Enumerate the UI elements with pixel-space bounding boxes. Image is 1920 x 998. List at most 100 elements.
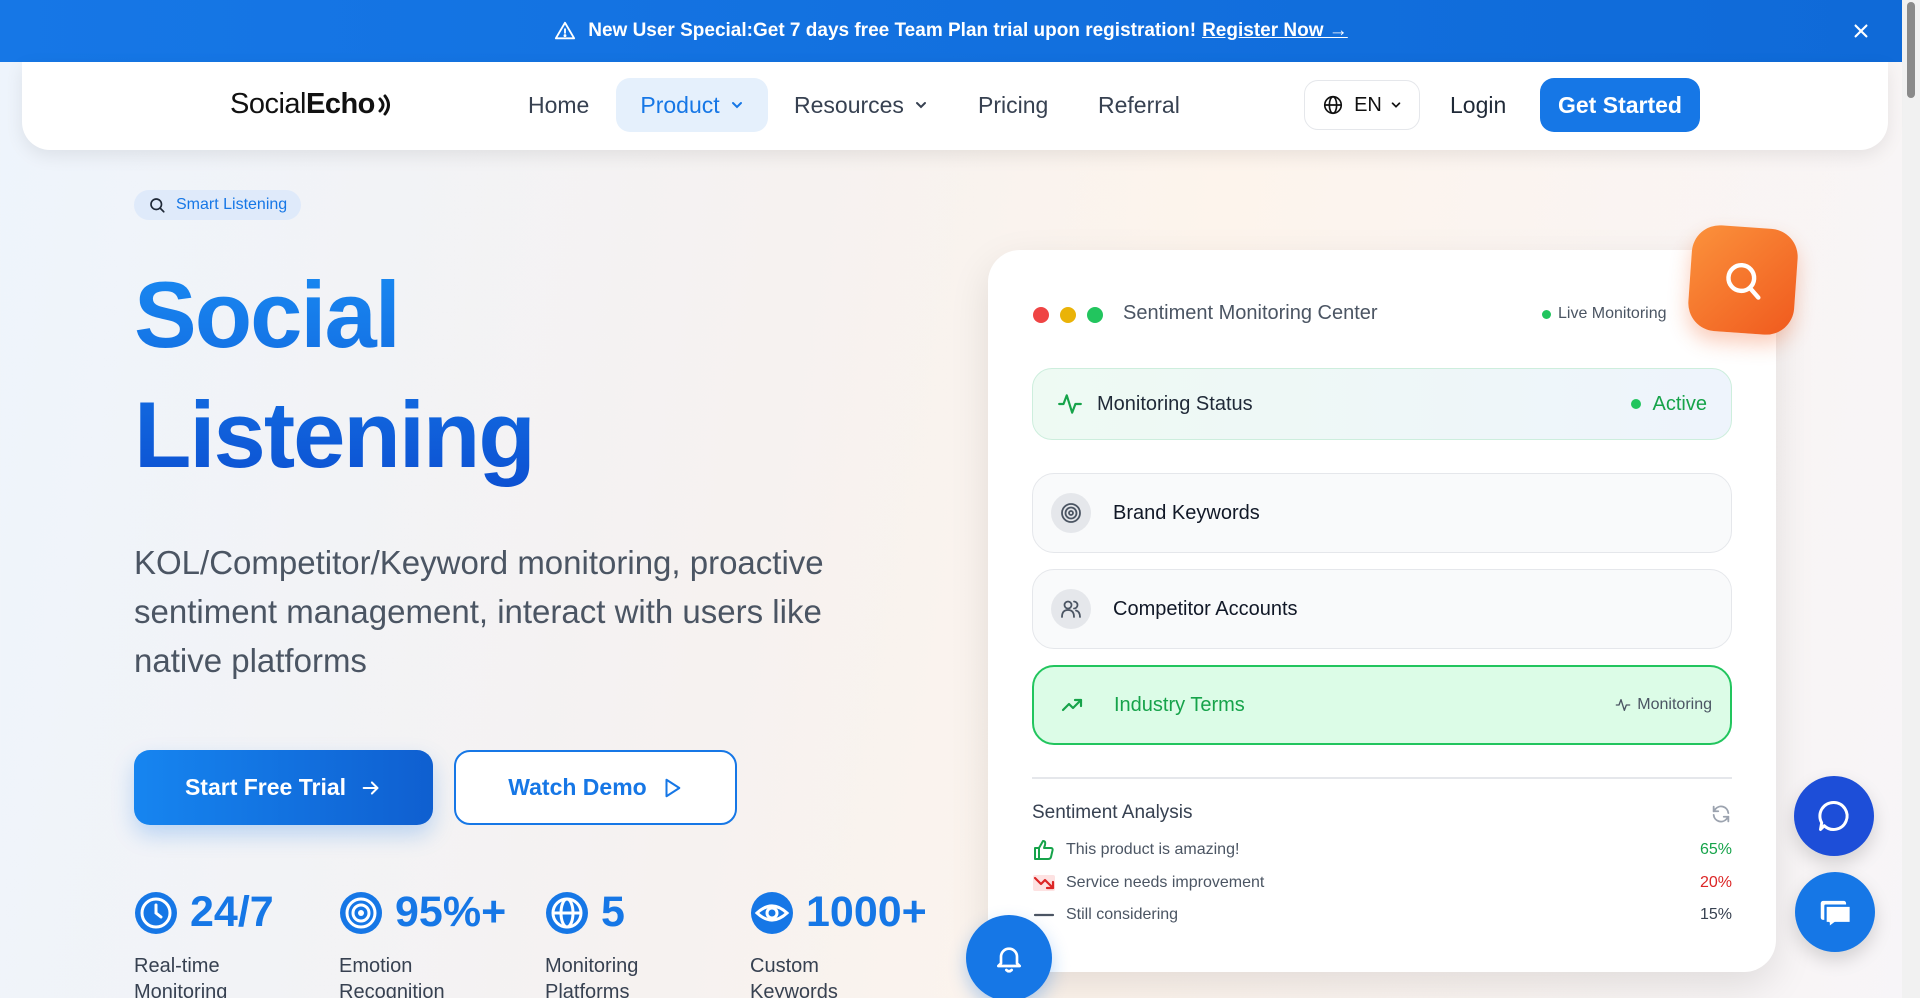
- refresh-icon[interactable]: [1710, 803, 1732, 825]
- monitoring-badge-label: Monitoring: [1637, 696, 1712, 713]
- chat-button[interactable]: [1794, 776, 1874, 856]
- watch-demo-button[interactable]: Watch Demo: [454, 750, 737, 825]
- icon-circle: [1052, 685, 1092, 725]
- nav-resources-label: Resources: [794, 91, 904, 118]
- announcement-text: Get 7 days free Team Plan trial upon reg…: [752, 20, 1197, 41]
- target-icon: [1061, 503, 1081, 523]
- icon-circle: [1051, 493, 1091, 533]
- logo-echo: Echo: [306, 88, 375, 120]
- stat-platforms: 5 Monitoring Platforms: [545, 888, 695, 998]
- nav-referral-label: Referral: [1098, 91, 1180, 118]
- message-icon: [1820, 900, 1853, 930]
- target-icon: [340, 891, 382, 934]
- start-free-trial-button[interactable]: Start Free Trial: [134, 750, 433, 825]
- live-label: Live Monitoring: [1558, 305, 1667, 322]
- monitoring-status-label: Monitoring Status: [1097, 392, 1253, 415]
- main-navbar: Social Echo Home Product Resources Pricin…: [22, 62, 1888, 150]
- logo[interactable]: Social Echo: [230, 88, 391, 121]
- keyword-row-brand[interactable]: Brand Keywords: [1032, 473, 1732, 553]
- sentiment-row-negative: Service needs improvement 20%: [1032, 871, 1732, 895]
- play-icon: [665, 778, 681, 797]
- chevron-down-icon: [915, 102, 926, 109]
- window-dots: [1033, 307, 1103, 323]
- login-link[interactable]: Login: [1450, 78, 1506, 132]
- nav-product-label: Product: [640, 91, 720, 118]
- keyword-label: Competitor Accounts: [1113, 597, 1298, 620]
- keyword-label: Industry Terms: [1114, 693, 1245, 716]
- activity-icon: [1058, 394, 1082, 414]
- nav-resources[interactable]: Resources: [794, 78, 928, 132]
- sentiment-analysis-title: Sentiment Analysis: [1032, 802, 1193, 823]
- stat-value: 24/7: [190, 888, 274, 936]
- stat-label: Monitoring Platforms: [545, 955, 639, 998]
- globe-icon: [546, 891, 588, 934]
- keyword-row-industry[interactable]: Industry Terms Monitoring: [1032, 665, 1732, 745]
- monitoring-status-row: Monitoring Status Active: [1032, 368, 1732, 440]
- logo-social: Social: [230, 88, 307, 120]
- stat-label: Real-time Monitoring: [134, 955, 228, 998]
- scrollbar-thumb[interactable]: [1907, 2, 1915, 98]
- warning-icon: [555, 21, 576, 40]
- live-monitoring-indicator: Live Monitoring: [1542, 305, 1667, 323]
- sentiment-row-positive: This product is amazing! 65%: [1032, 838, 1732, 862]
- users-icon: [1061, 600, 1081, 618]
- icon-circle: [1051, 589, 1091, 629]
- chat-bubble-icon: [1818, 801, 1849, 831]
- active-dot: [1630, 399, 1641, 409]
- thumbs-up-icon: [1034, 840, 1054, 860]
- hero-title-line1: Social: [134, 262, 399, 367]
- keyword-row-competitor[interactable]: Competitor Accounts: [1032, 569, 1732, 649]
- nav-product[interactable]: Product: [616, 78, 768, 132]
- nav-pricing[interactable]: Pricing: [978, 78, 1048, 132]
- start-free-trial-label: Start Free Trial: [184, 774, 347, 800]
- search-icon: [1726, 263, 1761, 300]
- language-label: EN: [1354, 93, 1382, 116]
- stat-label: Emotion Recognition: [339, 955, 445, 998]
- status-value: Active: [1652, 392, 1707, 415]
- bell-icon: [997, 947, 1021, 973]
- announcement-bar: New User Special: Get 7 days free Team P…: [0, 0, 1902, 62]
- sentiment-text: Service needs improvement: [1066, 874, 1265, 891]
- eye-icon: [751, 891, 793, 934]
- hero-description: KOL/Competitor/Keyword monitoring, proac…: [134, 544, 824, 679]
- hero-title: Social Listening: [134, 255, 534, 495]
- close-icon[interactable]: [1848, 18, 1874, 44]
- sentiment-pct: 15%: [1699, 906, 1732, 923]
- scrollbar-track[interactable]: [1902, 0, 1920, 998]
- red-dot: [1033, 307, 1049, 323]
- message-button[interactable]: [1795, 872, 1875, 952]
- tag-label: Smart Listening: [176, 196, 288, 213]
- get-started-button[interactable]: Get Started: [1540, 78, 1700, 132]
- yellow-dot: [1060, 307, 1076, 323]
- notification-bell-button[interactable]: [966, 915, 1052, 998]
- status-badge: Active: [1630, 392, 1707, 416]
- nav-pricing-label: Pricing: [978, 91, 1049, 118]
- watch-demo-label: Watch Demo: [508, 774, 647, 800]
- search-fab-button[interactable]: [1686, 223, 1800, 337]
- sentiment-pct: 65%: [1699, 841, 1732, 858]
- trending-down-icon: [1033, 875, 1055, 891]
- nav-home[interactable]: Home: [528, 78, 589, 132]
- activity-icon: [1615, 699, 1631, 711]
- logo-mark-icon: [378, 94, 390, 115]
- stat-value: 1000+: [806, 888, 927, 936]
- nav-referral[interactable]: Referral: [1098, 78, 1180, 132]
- stat-value: 95%+: [395, 888, 507, 936]
- nav-home-label: Home: [528, 91, 590, 118]
- register-now-link[interactable]: Register Now →: [1202, 20, 1348, 42]
- stat-emotion: 95%+ Emotion Recognition: [339, 888, 506, 998]
- search-icon: [150, 198, 165, 213]
- sentiment-pct: 20%: [1699, 874, 1732, 891]
- clock-icon: [135, 891, 177, 934]
- keyword-label: Brand Keywords: [1113, 501, 1260, 524]
- arrow-right-icon: [362, 780, 379, 795]
- smart-listening-tag: Smart Listening: [134, 190, 302, 220]
- sentiment-text: Still considering: [1066, 906, 1179, 923]
- stat-label: Custom Keywords: [750, 955, 838, 998]
- chevron-down-icon: [731, 102, 742, 109]
- language-selector[interactable]: EN: [1304, 80, 1420, 130]
- stat-value: 5: [601, 888, 625, 936]
- hero-title-line2: Listening: [134, 382, 534, 487]
- sentiment-text: This product is amazing!: [1066, 841, 1240, 858]
- divider: [1032, 777, 1732, 779]
